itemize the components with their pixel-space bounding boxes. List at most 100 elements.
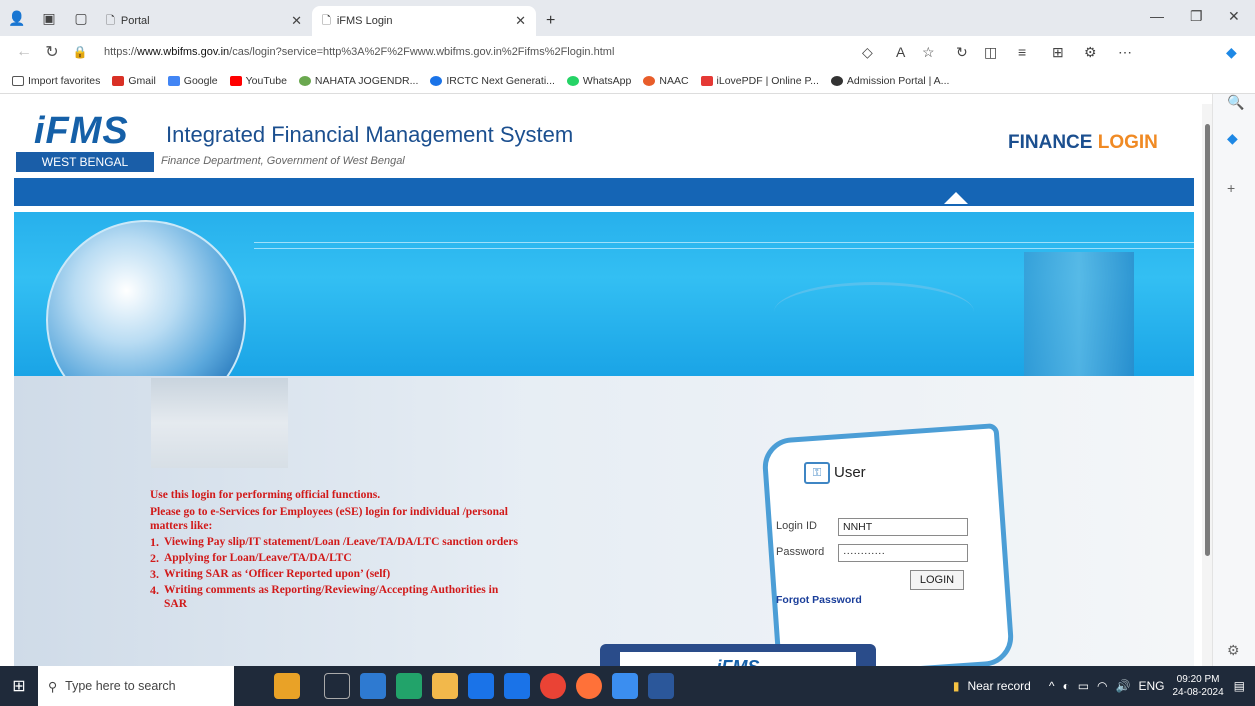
clock-time: 09:20 PM bbox=[1176, 674, 1220, 685]
minimize-icon[interactable]: — bbox=[1150, 8, 1164, 24]
restore-icon[interactable]: ❐ bbox=[1190, 8, 1203, 25]
add-sidebar-app-icon[interactable]: + bbox=[1227, 180, 1235, 196]
firefox-icon[interactable] bbox=[576, 673, 602, 699]
item-text: Writing comments as Reporting/Reviewing/… bbox=[164, 584, 499, 610]
fav-ilovepdf[interactable]: iLovePDF | Online P... bbox=[700, 74, 819, 87]
sidebar-settings-icon[interactable]: ⚙ bbox=[1227, 642, 1240, 659]
close-tab-icon[interactable]: ✕ bbox=[291, 13, 302, 29]
fav-youtube[interactable]: YouTube bbox=[229, 74, 287, 87]
login-id-input[interactable]: NNHT bbox=[838, 518, 968, 536]
collections-icon[interactable]: ⊞ bbox=[1052, 44, 1064, 61]
banner-line bbox=[254, 248, 1194, 249]
list-item: 3. Writing SAR as ‘Officer Reported upon’… bbox=[150, 567, 520, 581]
refresh-extension-icon[interactable]: ↻ bbox=[956, 44, 968, 61]
fav-import[interactable]: Import favorites bbox=[12, 75, 100, 87]
task-view-icon[interactable] bbox=[324, 673, 350, 699]
fav-label: iLovePDF | Online P... bbox=[716, 74, 819, 87]
fav-label: YouTube bbox=[245, 74, 287, 87]
tab-actions-icon[interactable]: ▢ bbox=[70, 7, 92, 29]
favorite-star-icon[interactable]: ☆ bbox=[922, 44, 935, 61]
site-title: Integrated Financial Management System bbox=[166, 122, 574, 147]
extensions-icon[interactable]: ⚙ bbox=[1084, 44, 1097, 61]
login-form: ⚿ User Login ID NNHT Password ··········… bbox=[774, 446, 1004, 646]
new-tab-button[interactable]: + bbox=[536, 6, 566, 36]
tab-portal[interactable]: 🗋 Portal ✕ bbox=[96, 6, 312, 36]
volume-icon[interactable]: 🔊 bbox=[1116, 679, 1131, 693]
page-icon: 🗋 bbox=[322, 14, 331, 27]
chrome-icon[interactable] bbox=[540, 673, 566, 699]
clock-date: 24-08-2024 bbox=[1172, 687, 1224, 698]
page-scrollbar[interactable] bbox=[1202, 104, 1212, 666]
shopping-icon[interactable]: ◇ bbox=[862, 44, 873, 61]
ifms-logo: iFMS bbox=[34, 110, 129, 152]
search-placeholder: Type here to search bbox=[65, 679, 176, 693]
scrollbar-thumb[interactable] bbox=[1205, 124, 1210, 556]
close-tab-icon[interactable]: ✕ bbox=[515, 13, 526, 29]
fav-gmail[interactable]: Gmail bbox=[112, 74, 156, 87]
bottom-card-logo: iFMS bbox=[620, 652, 856, 666]
search-icon[interactable]: 🔍 bbox=[1227, 94, 1244, 111]
bridge-graphic bbox=[774, 282, 974, 342]
more-menu-icon[interactable]: ⋯ bbox=[1118, 44, 1132, 61]
split-screen-icon[interactable]: ◫ bbox=[984, 44, 997, 61]
url-field[interactable]: https://www.wbifms.gov.in/cas/login?serv… bbox=[104, 46, 614, 58]
notice-list: 1. Viewing Pay slip/IT statement/Loan /Le… bbox=[150, 535, 520, 611]
webpage: iFMS WEST BENGAL Integrated Financial Ma… bbox=[14, 104, 1194, 666]
fav-label: IRCTC Next Generati... bbox=[446, 74, 555, 87]
read-aloud-icon[interactable]: A bbox=[896, 44, 905, 60]
language-indicator[interactable]: ENG bbox=[1138, 679, 1164, 693]
taskbar-search[interactable]: ⚲ Type here to search bbox=[38, 666, 234, 706]
chevron-up-icon[interactable]: ^ bbox=[1049, 679, 1055, 693]
edge-app-icon[interactable] bbox=[360, 673, 386, 699]
back-icon[interactable]: ← bbox=[10, 43, 38, 61]
whatsapp-icon bbox=[566, 75, 579, 86]
site-info-icon[interactable]: 🔒 bbox=[66, 45, 94, 59]
page-icon: 🗋 bbox=[106, 14, 115, 27]
windows-start-icon[interactable]: ⊞ bbox=[0, 676, 38, 696]
login-heading: User bbox=[834, 464, 866, 481]
file-explorer-icon[interactable] bbox=[432, 673, 458, 699]
favorites-list-icon[interactable]: ≡ bbox=[1018, 44, 1026, 60]
copilot-app-icon[interactable] bbox=[396, 673, 422, 699]
fav-label: Admission Portal | A... bbox=[846, 74, 950, 87]
item-number: 4. bbox=[150, 583, 159, 597]
portal-icon bbox=[830, 75, 843, 86]
store-icon[interactable] bbox=[468, 673, 494, 699]
close-window-icon[interactable]: ✕ bbox=[1228, 8, 1240, 25]
copilot-sidebar-icon[interactable]: ◆ bbox=[1227, 130, 1238, 147]
password-input[interactable]: ············ bbox=[838, 544, 968, 562]
workspaces-icon[interactable]: ▣ bbox=[38, 7, 60, 29]
clock[interactable]: 09:20 PM 24-08-2024 bbox=[1173, 673, 1224, 699]
key-icon: ⚿ bbox=[804, 462, 830, 484]
tab-ifms-login[interactable]: 🗋 iFMS Login ✕ bbox=[312, 6, 536, 36]
fav-naac[interactable]: NAAC bbox=[643, 75, 689, 87]
profile-icon[interactable]: 👤 bbox=[6, 7, 28, 29]
word-icon[interactable] bbox=[648, 673, 674, 699]
fav-irctc[interactable]: IRCTC Next Generati... bbox=[430, 75, 555, 87]
notifications-icon[interactable]: ▤ bbox=[1234, 679, 1245, 693]
fav-admission[interactable]: Admission Portal | A... bbox=[830, 74, 950, 87]
app-icon[interactable] bbox=[612, 673, 638, 699]
mail-icon[interactable] bbox=[504, 673, 530, 699]
fav-whatsapp[interactable]: WhatsApp bbox=[566, 75, 631, 87]
battery-icon[interactable]: ▭ bbox=[1078, 679, 1089, 693]
fav-label: Gmail bbox=[128, 74, 156, 87]
nav-band bbox=[14, 178, 1194, 206]
onedrive-icon[interactable]: ◐ bbox=[1062, 679, 1069, 693]
fav-google[interactable]: Google bbox=[167, 75, 218, 87]
login-word: LOGIN bbox=[1097, 132, 1158, 153]
west-bengal-badge: WEST BENGAL bbox=[16, 152, 154, 172]
content-area: Use this login for performing official f… bbox=[14, 376, 1194, 666]
site-subtitle: Finance Department, Government of West B… bbox=[161, 155, 405, 167]
url-prefix: https:// bbox=[104, 46, 138, 58]
copilot-icon[interactable]: ◆ bbox=[1226, 44, 1237, 61]
fav-nahata[interactable]: NAHATA JOGENDR... bbox=[298, 75, 418, 87]
folder-app-icon[interactable] bbox=[274, 673, 300, 699]
refresh-icon[interactable]: ↻ bbox=[38, 42, 66, 62]
item-text: Viewing Pay slip/IT statement/Loan /Leav… bbox=[164, 536, 518, 548]
forgot-password-link[interactable]: Forgot Password bbox=[776, 594, 862, 606]
list-item: 4. Writing comments as Reporting/Reviewin… bbox=[150, 583, 520, 611]
weather-text[interactable]: Near record bbox=[967, 679, 1030, 693]
login-button[interactable]: LOGIN bbox=[910, 570, 964, 590]
wifi-icon[interactable]: ◠ bbox=[1097, 679, 1107, 693]
